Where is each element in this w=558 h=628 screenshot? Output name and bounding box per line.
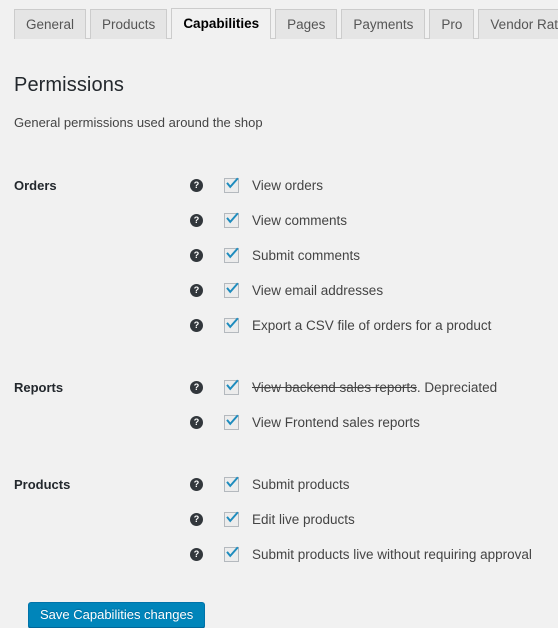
permission-label-text: View comments (252, 213, 348, 228)
permission-row: ? View backend sales reports. Depreciated (190, 370, 532, 405)
permission-checkbox[interactable] (224, 317, 239, 333)
permission-label[interactable]: View orders (252, 178, 323, 193)
settings-content: Permissions General permissions used aro… (0, 39, 558, 628)
help-icon[interactable]: ? (190, 249, 203, 262)
permission-row: ? Edit live products (190, 502, 532, 537)
group-spacer (14, 440, 532, 467)
permission-label-text: Submit comments (252, 248, 361, 263)
group-rows: ? Submit products? Edit live products? Subm… (190, 467, 532, 572)
group-rows: ? View orders? View comments? Submit commen… (190, 168, 532, 343)
permissions-table: Orders? View orders? View comments? Submit … (14, 168, 532, 572)
checkbox-box (224, 178, 239, 193)
permission-label-suffix: . Depreciated (416, 380, 498, 395)
tab-products[interactable]: Products (90, 9, 168, 39)
permission-label-text: View email addresses (252, 283, 384, 298)
checkbox-box (224, 283, 239, 298)
checkbox-box (224, 213, 239, 228)
help-icon[interactable]: ? (190, 284, 203, 297)
permission-row: ? Submit products (190, 467, 532, 502)
permission-checkbox[interactable] (224, 177, 239, 193)
help-icon[interactable]: ? (190, 513, 203, 526)
permission-label[interactable]: Edit live products (252, 512, 355, 527)
tab-bar: General Products Capabilities Pages Payments… (0, 0, 558, 40)
permission-label-text: Submit products (252, 477, 350, 492)
permission-row: ? Submit comments (190, 238, 532, 273)
permission-label-text: View orders (252, 178, 324, 193)
help-icon[interactable]: ? (190, 381, 203, 394)
tab-pro[interactable]: Pro (429, 9, 475, 39)
permission-label[interactable]: Submit comments (252, 248, 360, 263)
permission-label[interactable]: View email addresses (252, 283, 383, 298)
group-spacer (14, 343, 532, 370)
permission-label[interactable]: View comments (252, 213, 347, 228)
permission-label-text: View Frontend sales reports (252, 415, 420, 430)
checkbox-box (224, 318, 239, 333)
permission-checkbox[interactable] (224, 379, 239, 395)
save-button-wrap: Save Capabilities changes (14, 572, 558, 628)
permission-checkbox[interactable] (224, 476, 239, 492)
permission-label-text: Edit live products (252, 512, 355, 527)
permission-label[interactable]: Submit products live without requiring a… (252, 547, 532, 562)
page-title: Permissions (14, 74, 125, 96)
permission-row: ? View email addresses (190, 273, 532, 308)
permission-row: ? View comments (190, 203, 532, 238)
permission-label-text: Export a CSV file of orders for a produc… (252, 318, 492, 333)
permission-checkbox[interactable] (224, 546, 239, 562)
permission-row: ? View Frontend sales reports (190, 405, 532, 440)
tab-pages[interactable]: Pages (275, 9, 338, 39)
permission-row: ? View orders (190, 168, 532, 203)
group-label-products: Products (14, 477, 71, 492)
permission-checkbox[interactable] (224, 511, 239, 527)
permission-checkbox[interactable] (224, 212, 239, 228)
permission-label[interactable]: Export a CSV file of orders for a produc… (252, 318, 491, 333)
group-label-reports: Reports (14, 380, 64, 395)
help-icon[interactable]: ? (190, 319, 203, 332)
permission-group: Products? Submit products? Edit live produ… (14, 467, 532, 572)
group-rows: ? View backend sales reports. Depreciated… (190, 370, 532, 440)
tab-capabilities[interactable]: Capabilities (171, 8, 272, 40)
tab-payments[interactable]: Payments (341, 9, 426, 39)
tab-vendor-ratings[interactable]: Vendor Ratings (478, 9, 558, 39)
checkbox-box (224, 415, 239, 430)
help-icon[interactable]: ? (190, 416, 203, 429)
permission-label-text: Submit products live without requiring a… (252, 547, 532, 562)
group-label-orders: Orders (14, 178, 57, 193)
permission-label-text: View backend sales reports (252, 380, 417, 395)
page-description: General permissions used around the shop (14, 115, 263, 130)
permission-group: Orders? View orders? View comments? Submit … (14, 168, 532, 343)
checkbox-box (224, 477, 239, 492)
checkbox-box (224, 380, 239, 395)
permission-label[interactable]: View backend sales reports. Depreciated (252, 380, 497, 395)
tab-general[interactable]: General (14, 9, 87, 39)
permission-group: Reports? View backend sales reports. Depr… (14, 370, 532, 440)
help-icon[interactable]: ? (190, 214, 203, 227)
checkbox-box (224, 248, 239, 263)
checkbox-box (224, 512, 239, 527)
checkbox-box (224, 547, 239, 562)
permission-checkbox[interactable] (224, 247, 239, 263)
permission-checkbox[interactable] (224, 282, 239, 298)
help-icon[interactable]: ? (190, 478, 203, 491)
help-icon[interactable]: ? (190, 179, 203, 192)
save-capabilities-button[interactable]: Save Capabilities changes (28, 602, 206, 628)
permission-label[interactable]: View Frontend sales reports (252, 415, 420, 430)
permission-row: ? Export a CSV file of orders for a produ… (190, 308, 532, 343)
help-icon[interactable]: ? (190, 548, 203, 561)
permission-checkbox[interactable] (224, 414, 239, 430)
permission-row: ? Submit products live without requiring … (190, 537, 532, 572)
permission-label[interactable]: Submit products (252, 477, 350, 492)
